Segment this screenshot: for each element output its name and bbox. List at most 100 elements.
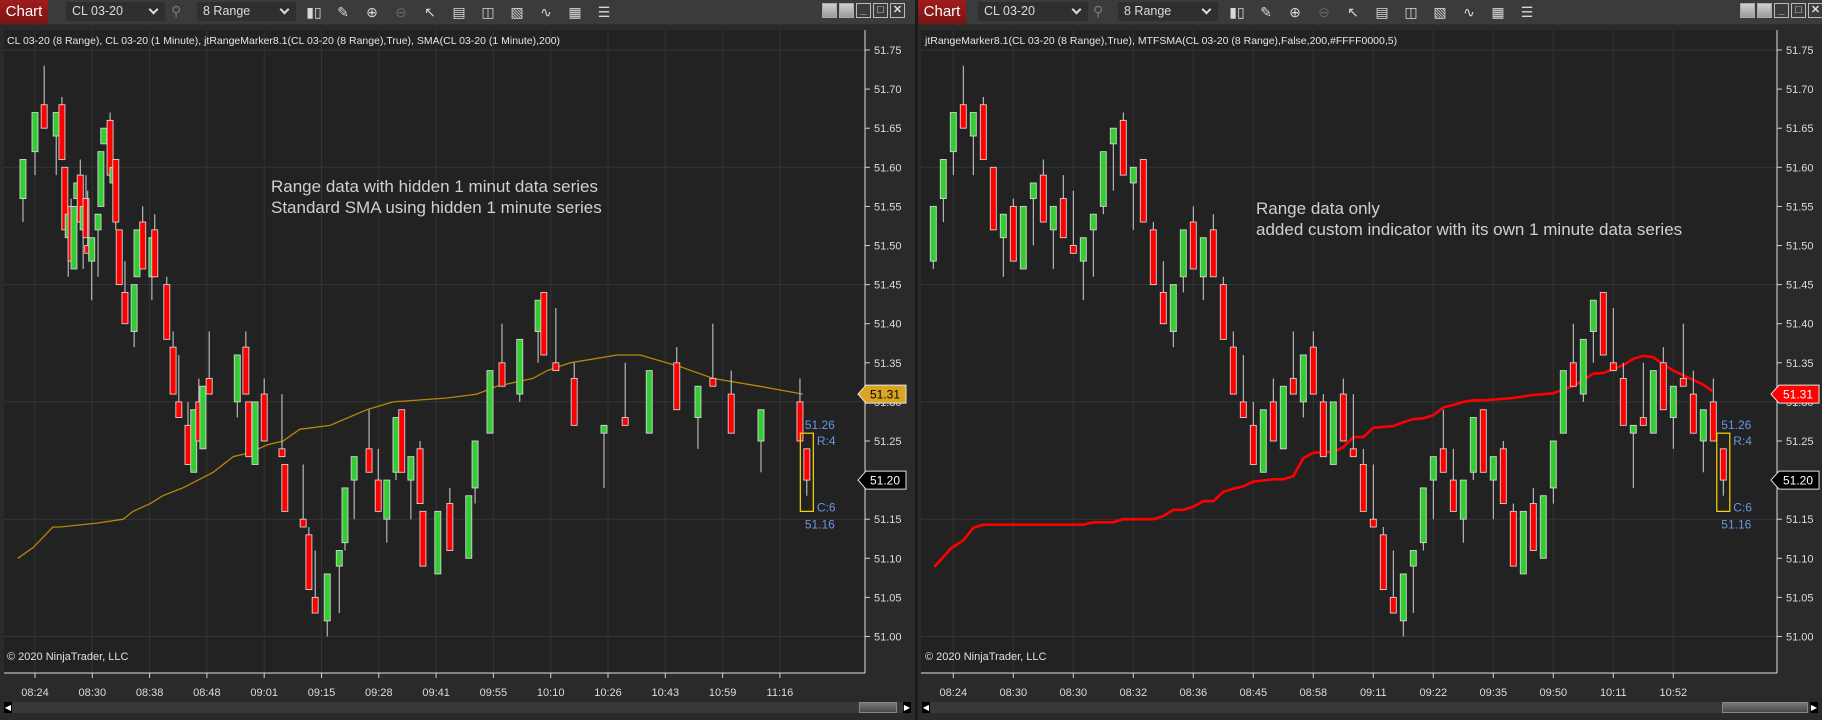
data-box-icon[interactable]: ▤: [1372, 2, 1392, 22]
strategies-icon[interactable]: ∿: [1459, 2, 1479, 22]
candle-body: [398, 409, 406, 473]
range-marker-r-label: R:4: [817, 434, 836, 448]
indicators-icon[interactable]: ☰: [594, 2, 614, 22]
time-axis-label: 10:10: [537, 687, 565, 699]
candle-body: [1549, 440, 1557, 489]
pointer-icon[interactable]: ↖: [1343, 2, 1363, 22]
candle-body: [365, 448, 373, 473]
candle-body: [1639, 417, 1647, 426]
tile-button-2[interactable]: [1757, 3, 1772, 18]
pointer-icon[interactable]: ↖: [420, 2, 440, 22]
candle-body: [709, 377, 717, 387]
candle-body: [1189, 221, 1197, 270]
candle-body: [205, 377, 213, 395]
time-axis-label: 09:35: [1480, 687, 1508, 699]
candle: [1539, 495, 1547, 559]
close-button[interactable]: ✕: [890, 3, 905, 18]
price-axis-label: 51.15: [1786, 514, 1814, 526]
chart-canvas[interactable]: 51.75 51.70 51.65 51.60 51.55 51.50 51.45 51.40…: [918, 0, 1822, 720]
zoom-in-icon[interactable]: ⊕: [362, 2, 382, 22]
candle-body: [1559, 370, 1567, 434]
candle-body: [570, 377, 578, 426]
candle: [1149, 222, 1157, 286]
chart-trader-icon[interactable]: ◫: [1401, 2, 1421, 22]
bar-spacing-icon[interactable]: ▧: [1430, 2, 1450, 22]
minimize-button[interactable]: _: [856, 3, 871, 18]
candle-body: [1109, 127, 1117, 145]
candle-body: [1069, 245, 1077, 254]
instrument-selector[interactable]: CL 03-20: [66, 2, 165, 21]
candle-body: [645, 370, 653, 434]
time-axis-label: 10:52: [1660, 687, 1688, 699]
candle-body: [969, 112, 977, 137]
scrollbar-thumb[interactable]: [859, 702, 897, 713]
candle-body: [1259, 409, 1267, 473]
indicators-icon[interactable]: ☰: [1517, 2, 1537, 22]
chart-tab[interactable]: Chart: [918, 0, 966, 24]
scroll-left-arrow[interactable]: ◀: [4, 702, 12, 713]
properties-icon[interactable]: ▦: [565, 2, 585, 22]
bar-spacing-icon[interactable]: ▧: [507, 2, 527, 22]
horizontal-scrollbar[interactable]: ◀ ▶: [4, 702, 911, 713]
candle-body: [419, 510, 427, 567]
bars-type-icon[interactable]: ▮▯: [1227, 2, 1247, 22]
candle: [163, 276, 171, 340]
candle-body: [1179, 229, 1187, 278]
time-axis-label: 09:41: [422, 687, 450, 699]
search-icon[interactable]: ⚲: [171, 3, 181, 20]
candle: [106, 112, 114, 176]
close-button[interactable]: ✕: [1808, 3, 1822, 18]
drawing-tools-icon[interactable]: ✎: [333, 2, 353, 22]
zoom-in-icon[interactable]: ⊕: [1285, 2, 1305, 22]
candle-body: [1359, 464, 1367, 512]
maximize-button[interactable]: □: [873, 3, 888, 18]
candle-body: [1139, 159, 1147, 223]
interval-selector[interactable]: 8 Range: [1118, 2, 1218, 21]
tile-button[interactable]: [1740, 3, 1755, 18]
search-icon[interactable]: ⚲: [1093, 3, 1103, 20]
candle-body: [1119, 119, 1127, 176]
maximize-button[interactable]: □: [1791, 3, 1806, 18]
candle: [1599, 291, 1607, 356]
range-marker-r-label: R:4: [1733, 434, 1752, 448]
chart-trader-icon[interactable]: ◫: [478, 2, 498, 22]
instrument-selector[interactable]: CL 03-20: [978, 2, 1088, 21]
candle-body: [540, 291, 548, 356]
range-marker-c-label: C:6: [817, 500, 836, 514]
minimize-button[interactable]: _: [1774, 3, 1789, 18]
bars-type-icon[interactable]: ▮▯: [304, 2, 324, 22]
price-axis-label: 51.15: [874, 514, 902, 526]
interval-selector[interactable]: 8 Range: [197, 2, 296, 21]
candle-body: [757, 409, 765, 442]
strategies-icon[interactable]: ∿: [536, 2, 556, 22]
properties-icon[interactable]: ▦: [1488, 2, 1508, 22]
drawing-tools-icon[interactable]: ✎: [1256, 2, 1276, 22]
data-box-icon[interactable]: ▤: [449, 2, 469, 22]
scroll-left-arrow[interactable]: ◀: [922, 702, 930, 713]
scroll-right-arrow[interactable]: ▶: [903, 702, 911, 713]
candle: [1219, 276, 1227, 340]
time-axis-label: 08:30: [1000, 687, 1028, 699]
chart-tab[interactable]: Chart: [0, 0, 48, 24]
zoom-out-icon[interactable]: ⊖: [1314, 2, 1334, 22]
candle-body: [1309, 346, 1317, 395]
candle-body: [1509, 510, 1517, 567]
time-axis-label: 09:28: [365, 687, 393, 699]
candle: [199, 385, 207, 450]
chart-note: Range data with hidden 1 minut data seri…: [271, 176, 602, 218]
zoom-out-icon[interactable]: ⊖: [391, 2, 411, 22]
tile-button[interactable]: [822, 3, 837, 18]
candle-body: [341, 487, 349, 544]
time-axis-label: 08:38: [136, 687, 164, 699]
tile-button-2[interactable]: [839, 3, 854, 18]
scroll-right-arrow[interactable]: ▶: [1810, 702, 1818, 713]
candle: [245, 401, 253, 458]
time-axis-label: 08:24: [21, 687, 49, 699]
horizontal-scrollbar[interactable]: ◀ ▶: [922, 702, 1818, 713]
candle-body: [959, 104, 967, 129]
chart-canvas[interactable]: 51.75 51.70 51.65 51.60 51.55 51.50 51.45 51.40…: [0, 0, 915, 720]
time-axis-label: 10:59: [709, 687, 737, 699]
candle-body: [1019, 205, 1027, 270]
time-axis-label: 09:50: [1540, 687, 1568, 699]
scrollbar-thumb[interactable]: [1722, 702, 1808, 713]
